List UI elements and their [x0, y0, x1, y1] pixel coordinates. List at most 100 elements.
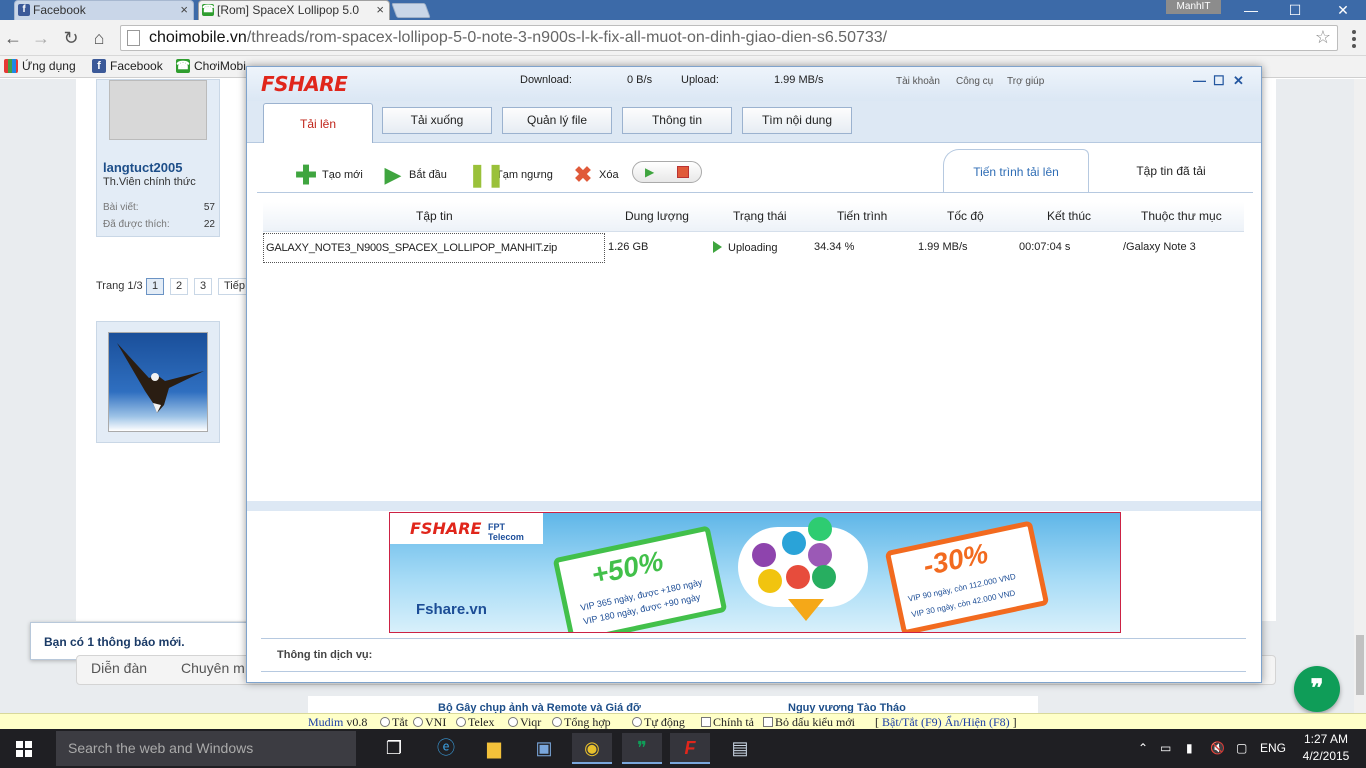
tab-file-manager[interactable]: Quản lý file: [502, 107, 612, 134]
network-icon[interactable]: ▮: [1186, 741, 1193, 755]
start-button[interactable]: ▶ Bắt đầu: [381, 163, 447, 187]
close-icon[interactable]: ×: [180, 2, 188, 17]
browser-tab-spacex[interactable]: ☎ [Rom] SpaceX Lollipop 5.0 ×: [198, 0, 390, 20]
row-eta: 00:07:04 s: [1019, 241, 1071, 253]
page-link-3[interactable]: 3: [194, 278, 213, 295]
tab-info[interactable]: Thông tin: [622, 107, 732, 134]
volume-muted-icon[interactable]: 🔇: [1210, 741, 1225, 755]
mudim-option-off[interactable]: Tắt: [380, 715, 408, 730]
taskbar-clock[interactable]: 1:27 AM 4/2/2015: [1296, 731, 1356, 765]
photo-icon: [758, 569, 782, 593]
page-scrollbar[interactable]: [1354, 79, 1366, 713]
close-icon[interactable]: ✕: [1320, 0, 1366, 20]
col-status[interactable]: Trạng thái: [733, 209, 787, 223]
download-label: Download:: [520, 74, 572, 86]
maximize-icon[interactable]: ☐: [1213, 73, 1225, 89]
play-icon[interactable]: ▶: [645, 165, 654, 179]
col-folder[interactable]: Thuộc thư mục: [1141, 209, 1222, 223]
back-icon[interactable]: ←: [2, 27, 24, 49]
chrome-icon[interactable]: ◉: [572, 733, 612, 764]
mudim-toggle-link[interactable]: Bật/Tắt (F9): [882, 715, 942, 729]
user-avatar-box: [96, 321, 220, 443]
bookmark-apps[interactable]: Ứng dụng: [2, 59, 76, 73]
remote-desktop-icon[interactable]: ▤: [720, 733, 760, 764]
eagle-avatar-image[interactable]: [108, 332, 208, 432]
fshare-app-icon[interactable]: F: [670, 733, 710, 764]
promo-banner[interactable]: FSHARE FPT Telecom Fshare.vn +50% VIP 36…: [389, 512, 1121, 633]
input-language[interactable]: ENG: [1260, 741, 1286, 755]
minimize-icon[interactable]: —: [1228, 0, 1274, 20]
address-bar[interactable]: choimobile.vn/threads/rom-spacex-lollipo…: [120, 25, 1338, 51]
file-explorer-icon[interactable]: ▆: [474, 733, 514, 764]
user-stat-likes: Đã được thích: 22: [103, 219, 215, 230]
col-progress[interactable]: Tiến trình: [837, 209, 887, 223]
mudim-option-viqr[interactable]: Viqr: [508, 715, 541, 730]
col-speed[interactable]: Tốc độ: [947, 209, 984, 223]
tab-search[interactable]: Tìm nội dung: [742, 107, 852, 134]
subtab-divider: [257, 192, 1253, 193]
maximize-icon[interactable]: ☐: [1272, 0, 1318, 20]
store-icon[interactable]: ▣: [524, 733, 564, 764]
menu-tools[interactable]: Công cụ: [956, 76, 993, 87]
home-icon[interactable]: ⌂: [88, 27, 110, 49]
bookmark-choimobile[interactable]: ☎ ChơiMobi: [174, 59, 246, 73]
scrollbar-thumb[interactable]: [1356, 635, 1364, 695]
hangouts-icon[interactable]: ❞: [622, 733, 662, 764]
tray-chevron-icon[interactable]: ⌃: [1138, 741, 1148, 755]
tab-upload[interactable]: Tải lên: [263, 103, 373, 144]
close-icon[interactable]: ×: [376, 2, 384, 17]
game-icon: [808, 517, 832, 541]
mudim-option-auto[interactable]: Tự động: [632, 715, 685, 730]
clock-date: 4/2/2015: [1302, 749, 1350, 763]
action-center-icon[interactable]: ▢: [1236, 741, 1247, 755]
col-size[interactable]: Dung lượng: [625, 209, 689, 223]
checkbox-icon: [763, 717, 773, 727]
nav-category-link[interactable]: Chuyên m: [181, 660, 245, 676]
start-button[interactable]: [0, 729, 48, 768]
upload-label: Upload:: [681, 74, 719, 86]
bookmark-facebook[interactable]: f Facebook: [90, 59, 163, 73]
delete-button[interactable]: ✖ Xóa: [571, 163, 619, 187]
hangouts-quote-icon[interactable]: ❞: [1294, 666, 1340, 712]
new-button[interactable]: ✚ Tạo mới: [294, 160, 363, 190]
bookmark-star-icon[interactable]: ☆: [1315, 25, 1331, 49]
subtab-uploaded-files[interactable]: Tập tin đã tải: [1107, 149, 1235, 193]
forward-icon[interactable]: →: [30, 27, 52, 49]
table-row[interactable]: GALAXY_NOTE3_N900S_SPACEX_LOLLIPOP_MANHI…: [263, 233, 1244, 263]
play-stop-control[interactable]: ▶: [632, 161, 702, 183]
mudim-option-telex[interactable]: Telex: [456, 715, 494, 730]
pause-button[interactable]: ❚❚ Tạm ngưng: [468, 163, 553, 187]
plus-icon: ✚: [295, 160, 317, 190]
menu-account[interactable]: Tài khoản: [896, 76, 940, 87]
col-finish[interactable]: Kết thúc: [1047, 209, 1091, 223]
battery-icon[interactable]: ▭: [1160, 741, 1171, 755]
browser-tab-facebook[interactable]: f Facebook ×: [14, 0, 194, 20]
chrome-menu-icon[interactable]: [1346, 27, 1362, 49]
page-link-2[interactable]: 2: [170, 278, 189, 295]
apps-grid-icon: [4, 59, 18, 73]
stop-icon[interactable]: [677, 166, 689, 178]
username[interactable]: langtuct2005: [103, 160, 182, 175]
close-icon[interactable]: ✕: [1233, 73, 1244, 89]
tab-download[interactable]: Tải xuống: [382, 107, 492, 134]
minimize-icon[interactable]: —: [1193, 73, 1206, 88]
mudim-check-new-accent[interactable]: Bỏ dấu kiểu mới: [763, 715, 855, 730]
reload-icon[interactable]: ↻: [60, 27, 82, 49]
avatar[interactable]: [109, 80, 207, 140]
col-file[interactable]: Tập tin: [416, 209, 453, 223]
download-arrow-icon: [788, 599, 824, 621]
task-view-icon[interactable]: ❐: [374, 733, 414, 764]
facebook-icon: f: [92, 59, 106, 73]
mudim-check-spelling[interactable]: Chính tả: [701, 715, 754, 730]
mudim-option-mixed[interactable]: Tổng hợp: [552, 715, 611, 730]
mudim-option-vni[interactable]: VNI: [413, 715, 446, 730]
eagle-icon: [117, 343, 204, 413]
taskbar-search-box[interactable]: Search the web and Windows: [56, 731, 356, 766]
subtab-upload-progress[interactable]: Tiến trình tải lên: [943, 149, 1089, 193]
nav-forum-link[interactable]: Diễn đàn: [91, 660, 147, 676]
internet-explorer-icon[interactable]: ⓔ: [426, 733, 466, 764]
mudim-showhide-link[interactable]: Ẩn/Hiện (F8): [945, 715, 1010, 729]
page-link-1[interactable]: 1: [146, 278, 165, 295]
new-tab-button[interactable]: [391, 3, 431, 18]
menu-help[interactable]: Trợ giúp: [1007, 76, 1044, 87]
